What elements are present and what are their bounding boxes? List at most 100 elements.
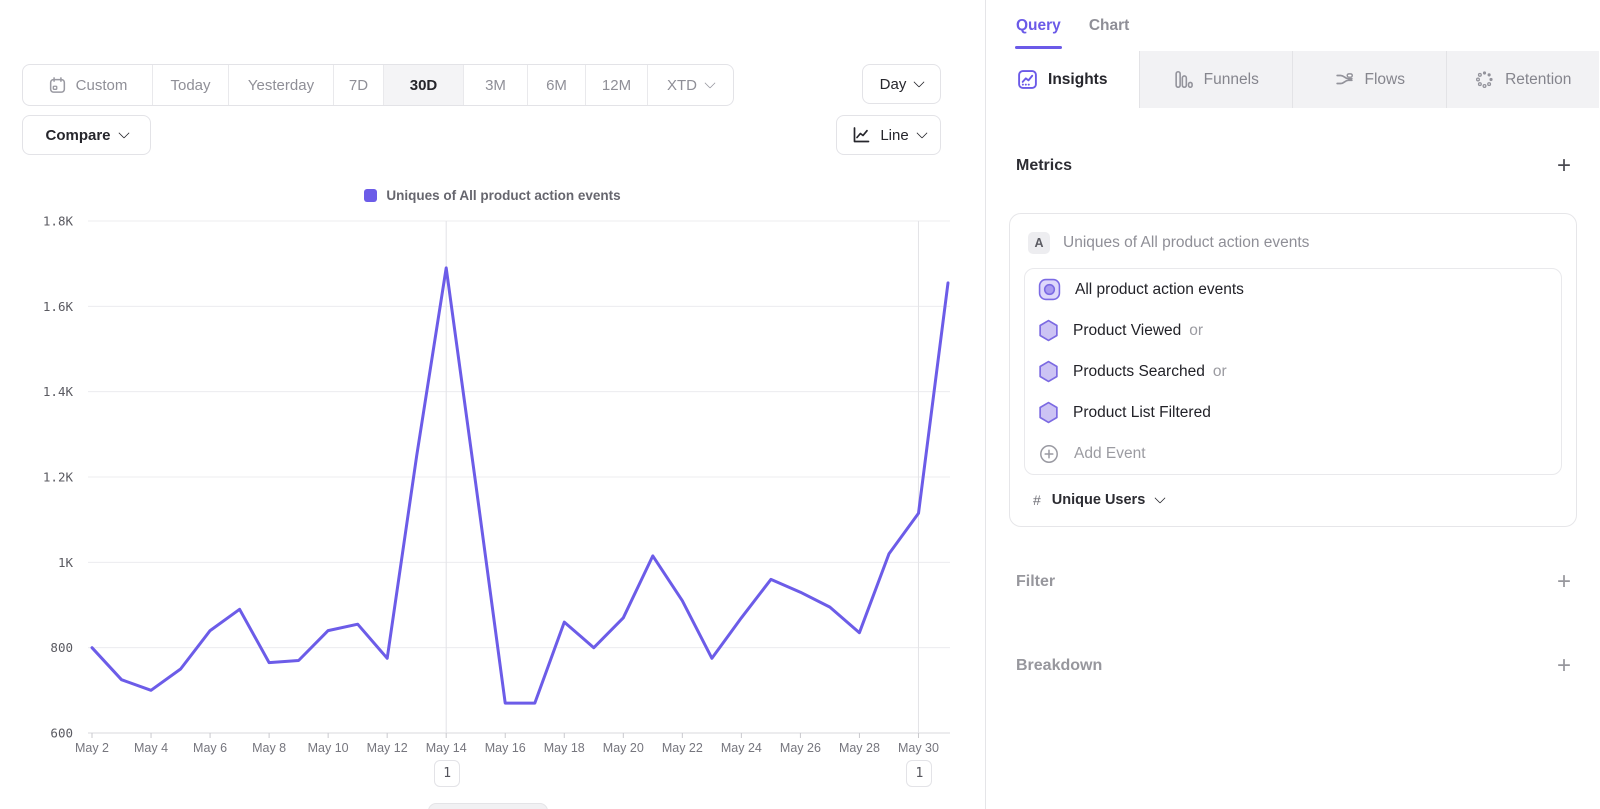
event-label: Products Searched — [1073, 363, 1205, 381]
annotation-badge[interactable]: 1 — [906, 760, 932, 787]
range-6m-button[interactable]: 6M — [527, 65, 585, 105]
tab-label: Query — [1016, 17, 1061, 35]
range-label: 3M — [485, 77, 506, 94]
range-7d-button[interactable]: 7D — [333, 65, 383, 105]
measurement-label: Unique Users — [1052, 492, 1145, 508]
chart-legend: Uniques of All product action events — [0, 188, 985, 203]
report-type-tabs: Insights Funnels — [986, 51, 1599, 108]
compare-label: Compare — [45, 127, 110, 144]
event-operator: or — [1189, 322, 1203, 340]
range-3m-button[interactable]: 3M — [463, 65, 527, 105]
chevron-down-icon — [1155, 492, 1166, 503]
x-axis-label: May 22 — [662, 741, 703, 755]
range-xtd-button[interactable]: XTD — [647, 65, 733, 105]
breakdown-section: Breakdown + — [1016, 657, 1571, 675]
add-metric-button[interactable]: + — [1557, 157, 1571, 175]
hash-icon: # — [1033, 492, 1041, 508]
y-axis-label: 600 — [50, 726, 73, 741]
chart-type-dropdown[interactable]: Line — [836, 115, 941, 155]
legend-label: Uniques of All product action events — [386, 188, 620, 203]
tab-label: Chart — [1089, 17, 1129, 35]
y-axis-label: 1.6K — [43, 299, 74, 314]
add-filter-button[interactable]: + — [1557, 573, 1571, 591]
chevron-down-icon — [704, 77, 715, 88]
chevron-down-icon — [916, 127, 927, 138]
event-operator: or — [1213, 363, 1227, 381]
tab-flows[interactable]: Flows — [1292, 51, 1446, 108]
interval-dropdown[interactable]: Day — [862, 64, 941, 104]
y-axis-label: 1K — [58, 555, 74, 570]
line-chart-icon — [851, 125, 871, 145]
x-axis-label: May 12 — [367, 741, 408, 755]
tab-label: Funnels — [1204, 71, 1259, 89]
x-axis-label: May 14 — [426, 741, 467, 755]
x-axis-label: May 16 — [485, 741, 526, 755]
range-yesterday-button[interactable]: Yesterday — [228, 65, 333, 105]
chevron-down-icon — [118, 127, 129, 138]
x-axis-label: May 2 — [75, 741, 109, 755]
event-row-product-list-filtered[interactable]: Product List Filtered — [1025, 392, 1561, 433]
measurement-dropdown[interactable]: # Unique Users — [1033, 492, 1562, 508]
panel-header: Query Chart — [986, 0, 1599, 51]
metric-group-label: Uniques of All product action events — [1063, 234, 1309, 252]
calendar-icon — [48, 76, 67, 95]
metrics-title: Metrics — [1016, 157, 1072, 175]
circle-plus-icon — [1038, 443, 1060, 465]
x-axis-label: May 6 — [193, 741, 227, 755]
range-label: 12M — [602, 77, 631, 94]
annotation-badge[interactable]: 1 — [434, 760, 460, 787]
filter-section: Filter + — [1016, 573, 1571, 591]
range-today-button[interactable]: Today — [152, 65, 228, 105]
y-axis-label: 1.8K — [43, 214, 74, 229]
breakdown-title: Breakdown — [1016, 657, 1102, 675]
compare-dropdown[interactable]: Compare — [22, 115, 151, 155]
chart-pane: 1.8K1.6K1.4K1.2K1K800600May 2May 4May 6M… — [0, 0, 985, 809]
insights-icon — [1017, 69, 1038, 90]
tab-label: Insights — [1048, 71, 1107, 89]
x-axis-label: May 26 — [780, 741, 821, 755]
add-breakdown-button[interactable]: + — [1557, 657, 1571, 675]
event-row-products-searched[interactable]: Products Searched or — [1025, 351, 1561, 392]
range-custom-button[interactable]: Custom — [23, 65, 152, 105]
tab-insights[interactable]: Insights — [986, 51, 1139, 108]
x-axis-label: May 18 — [544, 741, 585, 755]
tab-retention[interactable]: Retention — [1446, 51, 1600, 108]
range-label: 30D — [410, 77, 438, 94]
date-range-segmented-control: Custom Today Yesterday 7D 30D 3M 6M 12M … — [22, 64, 734, 106]
event-hexagon-icon — [1038, 360, 1059, 383]
event-row-all-product-action-events[interactable]: All product action events — [1025, 269, 1561, 310]
chevron-down-icon — [914, 76, 925, 87]
filter-title: Filter — [1016, 573, 1055, 591]
x-axis-label: May 28 — [839, 741, 880, 755]
x-axis-label: May 10 — [308, 741, 349, 755]
tab-label: Retention — [1505, 71, 1571, 89]
legend-swatch — [364, 189, 377, 202]
y-axis-label: 800 — [50, 640, 73, 655]
range-12m-button[interactable]: 12M — [585, 65, 647, 105]
add-event-button[interactable]: Add Event — [1025, 433, 1561, 474]
app-root: 1.8K1.6K1.4K1.2K1K800600May 2May 4May 6M… — [0, 0, 1600, 809]
series-line — [92, 268, 948, 703]
y-axis-label: 1.4K — [43, 384, 74, 399]
annotation-popup-cutoff — [428, 803, 548, 809]
add-event-label: Add Event — [1074, 445, 1146, 463]
tab-funnels[interactable]: Funnels — [1139, 51, 1293, 108]
metric-group-row[interactable]: A Uniques of All product action events — [1024, 228, 1562, 268]
event-row-product-viewed[interactable]: Product Viewed or — [1025, 310, 1561, 351]
range-label: Today — [170, 77, 210, 94]
tab-chart[interactable]: Chart — [1089, 0, 1129, 51]
event-hexagon-icon — [1038, 401, 1059, 424]
metrics-header: Metrics + — [1016, 157, 1571, 175]
x-axis-label: May 8 — [252, 741, 286, 755]
x-axis-label: May 20 — [603, 741, 644, 755]
tab-query[interactable]: Query — [1016, 0, 1061, 51]
y-axis-label: 1.2K — [43, 470, 74, 485]
event-label: Product Viewed — [1073, 322, 1181, 340]
range-label: Custom — [76, 77, 128, 94]
event-label: Product List Filtered — [1073, 404, 1211, 422]
query-panel: Query Chart Insights — [985, 0, 1599, 809]
range-30d-button[interactable]: 30D — [383, 65, 463, 105]
funnels-icon — [1173, 69, 1194, 90]
range-label: 7D — [349, 77, 368, 94]
event-label: All product action events — [1075, 281, 1244, 299]
